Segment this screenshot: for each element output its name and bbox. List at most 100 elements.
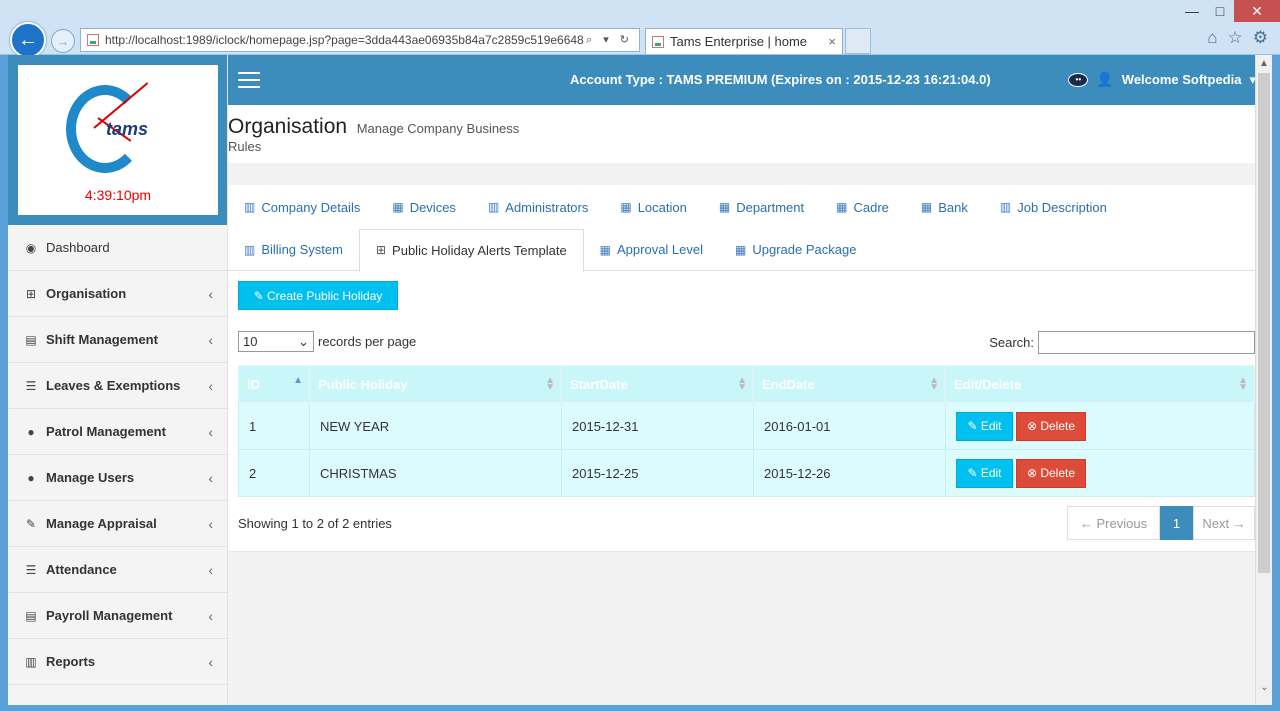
tab-department[interactable]: ▦ Department bbox=[703, 186, 820, 228]
tab-public-holiday-alerts-template[interactable]: ⊞ Public Holiday Alerts Template bbox=[358, 228, 584, 272]
tabs-row-1: ▥ Company Details ▦ Devices ▥ Administrators ▦… bbox=[228, 186, 1123, 228]
sort-icon: ▲ ▼ bbox=[545, 375, 555, 393]
toolbar: ✎ Create Public Holiday bbox=[238, 281, 398, 310]
page-title: Organisation bbox=[228, 115, 348, 138]
sidebar-item-manage-users[interactable]: ● Manage Users ‹ bbox=[8, 455, 227, 501]
table-header-row: ID ▲ Public Holiday ▲ ▼ StartDate ▲ ▼ EndDate… bbox=[238, 365, 1255, 403]
sidebar-item-attendance[interactable]: ☰ Attendance ‹ bbox=[8, 547, 227, 593]
back-button[interactable]: ← bbox=[10, 22, 46, 58]
sidebar-item-patrol-management[interactable]: ● Patrol Management ‹ bbox=[8, 409, 227, 455]
app-logo[interactable]: tams 4:39:10pm bbox=[18, 65, 218, 215]
table-body: 1 NEW YEAR 2015-12-31 2016-01-01 ✎ Edit ⊗ Del… bbox=[238, 402, 1255, 497]
previous-page-button[interactable]: ← Previous bbox=[1067, 506, 1160, 540]
arrow-left-icon: ← bbox=[18, 28, 38, 51]
sidebar-item-icon: ✎ bbox=[25, 516, 37, 531]
tab-job-description[interactable]: ▥ Job Description bbox=[984, 186, 1123, 228]
edit-button[interactable]: ✎ Edit bbox=[956, 411, 1013, 441]
records-per-page-select[interactable]: 10 ⌄ bbox=[238, 331, 314, 352]
home-icon[interactable]: ⌂ bbox=[1207, 28, 1217, 48]
tab-location[interactable]: ▦ Location bbox=[604, 186, 703, 228]
scrollbar-thumb[interactable] bbox=[1258, 73, 1270, 573]
records-per-page-label: records per page bbox=[318, 334, 417, 349]
welcome-text: Welcome Softpedia bbox=[1121, 72, 1242, 87]
close-window-button[interactable]: ✕ bbox=[1234, 0, 1280, 22]
scroll-up-icon[interactable]: ▲ bbox=[1256, 55, 1272, 72]
page-scrollbar[interactable]: ▲ ⌄ bbox=[1255, 55, 1272, 705]
tab-label: Job Description bbox=[1017, 199, 1107, 215]
tab-label: Upgrade Package bbox=[752, 242, 857, 257]
chevron-left-icon: ‹ bbox=[208, 423, 213, 440]
forward-button[interactable]: → bbox=[51, 29, 75, 53]
page-1-button[interactable]: 1 bbox=[1160, 506, 1193, 540]
tab-icon: ▦ bbox=[718, 200, 731, 214]
tab-devices[interactable]: ▦ Devices bbox=[376, 186, 472, 228]
column-header-edit-delete[interactable]: Edit/Delete ▲ ▼ bbox=[945, 365, 1255, 403]
sidebar-item-dashboard[interactable]: ◉ Dashboard bbox=[8, 225, 227, 271]
tab-bank[interactable]: ▦ Bank bbox=[905, 186, 984, 228]
sidebar-item-icon: ● bbox=[27, 424, 35, 439]
table-row: 1 NEW YEAR 2015-12-31 2016-01-01 ✎ Edit ⊗ Del… bbox=[238, 402, 1255, 450]
sidebar-item-reports[interactable]: ▥ Reports ‹ bbox=[8, 639, 227, 685]
tab-icon: ▥ bbox=[999, 200, 1012, 214]
column-header-enddate[interactable]: EndDate ▲ ▼ bbox=[753, 365, 946, 403]
tab-upgrade-package[interactable]: ▦ Upgrade Package bbox=[719, 229, 872, 271]
sidebar-item-shift-management[interactable]: ▤ Shift Management ‹ bbox=[8, 317, 227, 363]
pagination: ← Previous 1 Next → bbox=[1067, 506, 1255, 540]
sort-icon: ▲ ▼ bbox=[929, 375, 939, 393]
address-tools-icon[interactable]: ⌕ ▾ ↻ bbox=[586, 33, 633, 47]
content-footer-band bbox=[228, 551, 1255, 705]
tab-close-icon[interactable]: × bbox=[828, 34, 836, 49]
arrow-right-icon: → bbox=[56, 33, 70, 49]
tab-company-details[interactable]: ▥ Company Details bbox=[228, 186, 376, 228]
cell-id: 2 bbox=[238, 449, 310, 497]
settings-gear-icon[interactable]: ⚙ bbox=[1253, 28, 1268, 48]
create-public-holiday-button[interactable]: ✎ Create Public Holiday bbox=[238, 281, 398, 310]
sidebar-item-icon: ▥ bbox=[25, 654, 37, 669]
tab-administrators[interactable]: ▥ Administrators bbox=[472, 186, 604, 228]
search-input[interactable] bbox=[1038, 331, 1255, 354]
next-page-button[interactable]: Next → bbox=[1193, 506, 1255, 540]
new-tab-button[interactable] bbox=[845, 28, 871, 54]
sidebar-item-label: Organisation bbox=[46, 286, 127, 301]
sidebar-item-organisation[interactable]: ⊞ Organisation ‹ bbox=[8, 271, 227, 317]
delete-button[interactable]: ⊗ Delete bbox=[1016, 458, 1086, 488]
header-band bbox=[228, 163, 1255, 185]
edit-button[interactable]: ✎ Edit bbox=[956, 458, 1013, 488]
sidebar-item-leaves-and-exemptions[interactable]: ☰ Leaves & Exemptions ‹ bbox=[8, 363, 227, 409]
minimize-button[interactable]: — bbox=[1178, 0, 1206, 22]
browser-chrome: — □ ✕ ← → http://localhost:1989/iclock/h… bbox=[0, 0, 1280, 58]
public-holiday-table: ID ▲ Public Holiday ▲ ▼ StartDate ▲ ▼ EndDate… bbox=[238, 365, 1255, 497]
sidebar-item-label: Dashboard bbox=[46, 240, 110, 255]
page-header: Organisation Manage Company Business Rul… bbox=[228, 115, 1255, 165]
maximize-button[interactable]: □ bbox=[1206, 0, 1234, 22]
user-menu[interactable]: •• 👤 Welcome Softpedia ▾ bbox=[1068, 71, 1256, 88]
tab-cadre[interactable]: ▦ Cadre bbox=[820, 186, 905, 228]
table-info: Showing 1 to 2 of 2 entries bbox=[238, 516, 392, 531]
sidebar-item-payroll-management[interactable]: ▤ Payroll Management ‹ bbox=[8, 593, 227, 639]
browser-tab[interactable]: Tams Enterprise | home × bbox=[645, 28, 843, 54]
menu-toggle-icon[interactable] bbox=[238, 72, 260, 88]
tab-approval-level[interactable]: ▦ Approval Level bbox=[584, 229, 719, 271]
cell-public-holiday: NEW YEAR bbox=[309, 402, 562, 450]
clock-time: 4:39:10pm bbox=[84, 187, 152, 203]
sidebar-item-label: Reports bbox=[46, 654, 96, 669]
tab-label: Location bbox=[637, 199, 687, 215]
address-bar[interactable]: http://localhost:1989/iclock/homepage.js… bbox=[80, 28, 640, 52]
cell-public-holiday: CHRISTMAS bbox=[309, 449, 562, 497]
favorites-star-icon[interactable]: ☆ bbox=[1228, 28, 1243, 48]
delete-button[interactable]: ⊗ Delete bbox=[1016, 411, 1086, 441]
cell-end-date: 2015-12-26 bbox=[753, 449, 946, 497]
sidebar-item-icon: ▤ bbox=[25, 608, 37, 623]
address-text[interactable]: http://localhost:1989/iclock/homepage.js… bbox=[105, 33, 586, 47]
tab-billing-system[interactable]: ▥ Billing System bbox=[228, 229, 359, 271]
column-header-public-holiday[interactable]: Public Holiday ▲ ▼ bbox=[309, 365, 562, 403]
sidebar-item-icon: ☰ bbox=[25, 378, 37, 393]
column-header-startdate[interactable]: StartDate ▲ ▼ bbox=[561, 365, 754, 403]
chevron-left-icon: ‹ bbox=[208, 515, 213, 532]
scroll-down-icon[interactable]: ⌄ bbox=[1256, 682, 1272, 693]
page: tams 4:39:10pm ◉ Dashboard ⊞ Organisation ‹ ▤… bbox=[8, 55, 1272, 705]
column-header-id[interactable]: ID ▲ bbox=[238, 365, 310, 403]
tab-label: Company Details bbox=[261, 199, 361, 215]
sidebar-item-manage-appraisal[interactable]: ✎ Manage Appraisal ‹ bbox=[8, 501, 227, 547]
tab-label: Department bbox=[736, 199, 805, 215]
